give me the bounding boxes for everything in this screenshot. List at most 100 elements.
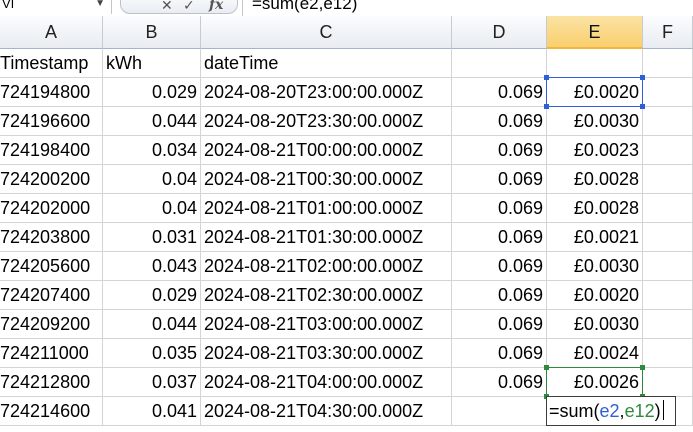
table-row-cell-f[interactable] xyxy=(643,310,693,339)
table-row-cell-e[interactable]: £0.0030 xyxy=(547,107,643,136)
table-row-cell-f[interactable] xyxy=(643,165,693,194)
table-row-cell-c[interactable]: 2024-08-21T04:00:00.000Z xyxy=(201,368,452,397)
column-header-e[interactable]: E xyxy=(547,16,643,49)
table-row-cell-f[interactable] xyxy=(643,136,693,165)
table-row-cell-b[interactable]: 0.031 xyxy=(103,223,201,252)
range-handle[interactable] xyxy=(640,75,645,80)
table-row-cell-a[interactable]: 724207400 xyxy=(0,281,103,310)
header-row-cell-e[interactable] xyxy=(547,49,643,78)
table-row-cell-c[interactable]: 2024-08-21T00:30:00.000Z xyxy=(201,165,452,194)
table-row-cell-d[interactable]: 0.069 xyxy=(452,136,547,165)
header-row-cell-d[interactable] xyxy=(452,49,547,78)
table-row-cell-b[interactable]: 0.04 xyxy=(103,165,201,194)
table-row-cell-a[interactable]: 724200200 xyxy=(0,165,103,194)
editor-ref-2: e12 xyxy=(624,401,655,421)
table-row-cell-c[interactable]: 2024-08-20T23:00:00.000Z xyxy=(201,78,452,107)
range-handle[interactable] xyxy=(544,75,549,80)
table-row-cell-d[interactable]: 0.069 xyxy=(452,165,547,194)
table-row-cell-a[interactable]: 724202000 xyxy=(0,194,103,223)
table-row-cell-b[interactable]: 0.029 xyxy=(103,78,201,107)
header-row-cell-c[interactable]: dateTime xyxy=(201,49,452,78)
table-row-cell-b[interactable]: 0.037 xyxy=(103,368,201,397)
table-row-cell-d[interactable]: 0.069 xyxy=(452,281,547,310)
chevron-down-icon[interactable]: ▼ xyxy=(95,0,105,14)
table-row-cell-c[interactable]: 2024-08-21T02:00:00.000Z xyxy=(201,252,452,281)
column-header-c[interactable]: C xyxy=(201,16,452,49)
header-row-cell-b[interactable]: kWh xyxy=(103,49,201,78)
table-row-cell-b[interactable]: 0.034 xyxy=(103,136,201,165)
table-row-cell-d[interactable]: 0.069 xyxy=(452,194,547,223)
table-row-cell-b[interactable]: 0.044 xyxy=(103,310,201,339)
insert-function-button[interactable]: fx xyxy=(209,0,223,13)
header-row-cell-f[interactable] xyxy=(643,49,693,78)
table-row-cell-d[interactable]: 0.069 xyxy=(452,368,547,397)
formula-bar: VI ▼ ✕ ✓ fx =sum(e2,e12) xyxy=(0,0,693,17)
check-icon[interactable]: ✓ xyxy=(183,0,195,14)
table-row-cell-a[interactable]: 724196600 xyxy=(0,107,103,136)
table-row-cell-f[interactable] xyxy=(643,223,693,252)
header-row-cell-a[interactable]: Timestamp xyxy=(0,49,103,78)
cell-editor[interactable]: =sum(e2,e12) xyxy=(546,396,676,426)
table-row-cell-e[interactable]: £0.0023 xyxy=(547,136,643,165)
table-row-cell-b[interactable]: 0.041 xyxy=(103,397,201,426)
table-row-cell-d[interactable] xyxy=(452,397,547,426)
table-row-cell-a[interactable]: 724211000 xyxy=(0,339,103,368)
table-row-cell-a[interactable]: 724198400 xyxy=(0,136,103,165)
table-row-cell-c[interactable]: 2024-08-21T02:30:00.000Z xyxy=(201,281,452,310)
table-row-cell-e[interactable]: £0.0028 xyxy=(547,165,643,194)
table-row-cell-a[interactable]: 724205600 xyxy=(0,252,103,281)
table-row-cell-c[interactable]: 2024-08-21T03:30:00.000Z xyxy=(201,339,452,368)
table-row-cell-a[interactable]: 724209200 xyxy=(0,310,103,339)
table-row-cell-d[interactable]: 0.069 xyxy=(452,78,547,107)
table-row-cell-f[interactable] xyxy=(643,252,693,281)
table-row-cell-a[interactable]: 724194800 xyxy=(0,78,103,107)
editor-prefix: =sum( xyxy=(549,401,600,421)
column-header-b[interactable]: B xyxy=(103,16,201,49)
table-row-cell-d[interactable]: 0.069 xyxy=(452,339,547,368)
table-row-cell-c[interactable]: 2024-08-21T01:30:00.000Z xyxy=(201,223,452,252)
table-row-cell-f[interactable] xyxy=(643,339,693,368)
range-handle[interactable] xyxy=(640,365,645,370)
table-row-cell-e[interactable]: £0.0024 xyxy=(547,339,643,368)
table-row-cell-a[interactable]: 724203800 xyxy=(0,223,103,252)
table-row-cell-d[interactable]: 0.069 xyxy=(452,223,547,252)
formula-buttons: ✕ ✓ fx xyxy=(120,0,238,14)
table-row-cell-a[interactable]: 724212800 xyxy=(0,368,103,397)
table-row-cell-e[interactable]: £0.0020 xyxy=(547,281,643,310)
table-row-cell-b[interactable]: 0.044 xyxy=(103,107,201,136)
table-row-cell-a[interactable]: 724214600 xyxy=(0,397,103,426)
table-row-cell-e[interactable]: £0.0028 xyxy=(547,194,643,223)
table-row-cell-d[interactable]: 0.069 xyxy=(452,252,547,281)
table-row-cell-b[interactable]: 0.035 xyxy=(103,339,201,368)
table-row-cell-e[interactable]: £0.0026 xyxy=(547,368,643,397)
column-header-f[interactable]: F xyxy=(643,16,693,49)
table-row-cell-e[interactable]: £0.0020 xyxy=(547,78,643,107)
table-row-cell-b[interactable]: 0.029 xyxy=(103,281,201,310)
table-row-cell-c[interactable]: 2024-08-20T23:30:00.000Z xyxy=(201,107,452,136)
table-row-cell-f[interactable] xyxy=(643,194,693,223)
range-handle[interactable] xyxy=(544,104,549,109)
x-icon[interactable]: ✕ xyxy=(161,0,173,14)
table-row-cell-e[interactable]: £0.0030 xyxy=(547,310,643,339)
table-row-cell-f[interactable] xyxy=(643,368,693,397)
range-handle[interactable] xyxy=(640,104,645,109)
text-caret xyxy=(662,400,664,420)
range-handle[interactable] xyxy=(544,365,549,370)
formula-input[interactable]: =sum(e2,e12) xyxy=(252,0,357,15)
table-row-cell-d[interactable]: 0.069 xyxy=(452,310,547,339)
table-row-cell-c[interactable]: 2024-08-21T04:30:00.000Z xyxy=(201,397,452,426)
table-row-cell-d[interactable]: 0.069 xyxy=(452,107,547,136)
name-box[interactable]: VI ▼ xyxy=(0,0,112,14)
column-header-a[interactable]: A xyxy=(0,16,103,49)
column-header-d[interactable]: D xyxy=(452,16,547,49)
table-row-cell-f[interactable] xyxy=(643,281,693,310)
table-row-cell-b[interactable]: 0.04 xyxy=(103,194,201,223)
table-row-cell-c[interactable]: 2024-08-21T03:00:00.000Z xyxy=(201,310,452,339)
table-row-cell-b[interactable]: 0.043 xyxy=(103,252,201,281)
table-row-cell-c[interactable]: 2024-08-21T00:00:00.000Z xyxy=(201,136,452,165)
table-row-cell-e[interactable]: £0.0030 xyxy=(547,252,643,281)
table-row-cell-f[interactable] xyxy=(643,107,693,136)
table-row-cell-f[interactable] xyxy=(643,78,693,107)
table-row-cell-c[interactable]: 2024-08-21T01:00:00.000Z xyxy=(201,194,452,223)
table-row-cell-e[interactable]: £0.0021 xyxy=(547,223,643,252)
